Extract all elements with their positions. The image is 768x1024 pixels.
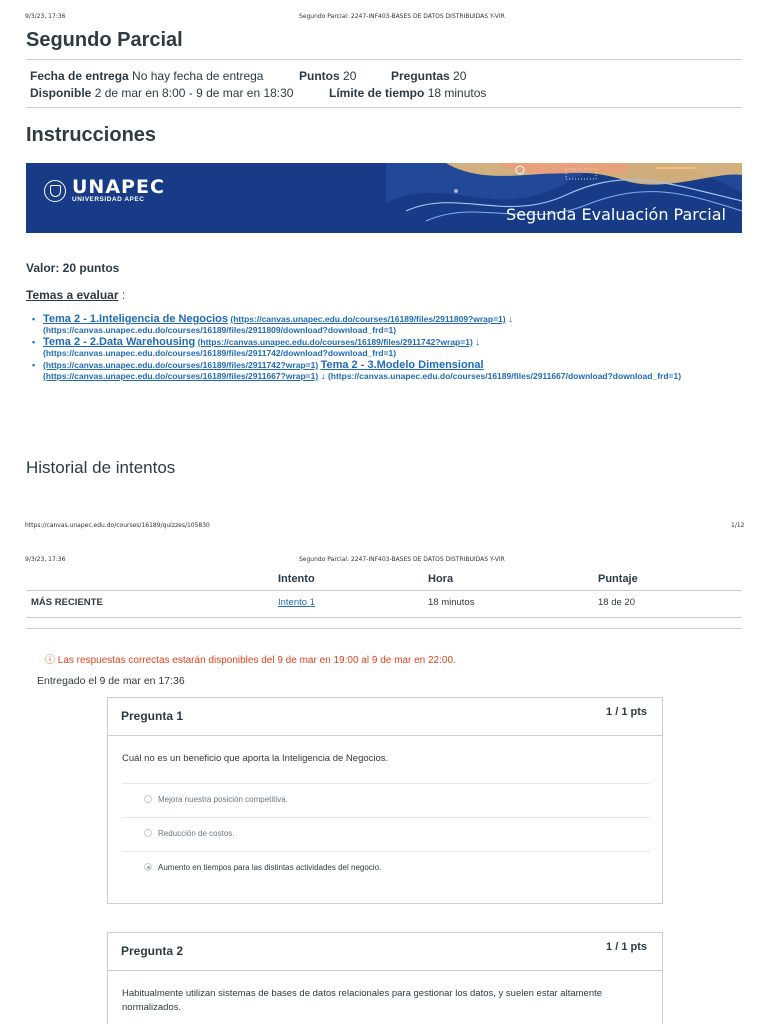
radio-button-selected[interactable] — [144, 863, 152, 871]
question-points: 1 / 1 pts — [606, 941, 647, 953]
print-url: https://canvas.unapec.edu.do/courses/161… — [25, 522, 210, 529]
column-header: Intento — [278, 571, 428, 591]
topic-url-link[interactable]: (https://canvas.unapec.edu.do/courses/16… — [198, 337, 473, 347]
question-card: Pregunta 1 1 / 1 pts Cuál no es un benef… — [107, 697, 663, 904]
warning-icon: ⓘ — [45, 655, 55, 666]
print-doc-title: Segundo Parcial: 2247-INF403-BASES DE DA… — [299, 13, 505, 20]
time-limit-label: Límite de tiempo — [329, 86, 425, 100]
attempt-score: 18 de 20 — [598, 590, 742, 618]
download-link[interactable]: (https://canvas.unapec.edu.do/courses/16… — [43, 348, 396, 358]
divider — [26, 59, 742, 60]
page-title: Segundo Parcial — [26, 29, 183, 51]
topic-link[interactable]: Tema 2 - 2.Data Warehousing — [43, 336, 195, 348]
topics-label: Temas a evaluar — [26, 288, 119, 302]
question-header: Pregunta 1 1 / 1 pts — [108, 698, 662, 736]
divider — [26, 107, 742, 108]
logo-text: UNAPEC — [72, 176, 165, 198]
list-item: Tema 2 - 2.Data Warehousing (https://can… — [32, 337, 732, 359]
column-header: Puntaje — [598, 571, 742, 591]
topic-link[interactable]: Tema 2 - 3.Modelo Dimensional — [321, 359, 484, 371]
value-points: Valor: 20 puntos — [26, 261, 120, 275]
answer-label: Reducción de costos. — [158, 829, 235, 838]
attempt-label: MÁS RECIENTE — [26, 590, 278, 618]
questions-info: Preguntas 20 — [391, 69, 466, 83]
questions-value: 20 — [453, 69, 467, 83]
notice-text: Las respuestas correctas estarán disponi… — [57, 655, 456, 666]
instructions-title: Instrucciones — [26, 124, 157, 146]
print-date: 9/3/23, 17:36 — [25, 556, 66, 563]
column-header — [26, 571, 278, 591]
due-label: Fecha de entrega — [30, 69, 129, 83]
radio-button[interactable] — [144, 795, 152, 803]
question-title: Pregunta 1 — [121, 709, 184, 723]
download-icon[interactable]: ↓ — [475, 337, 480, 348]
points-info: Puntos 20 — [299, 69, 356, 83]
available-label: Disponible — [30, 86, 92, 100]
time-limit-value: 18 minutos — [427, 86, 487, 100]
available-info: Disponible 2 de mar en 8:00 - 9 de mar e… — [30, 86, 293, 100]
radio-button[interactable] — [144, 829, 152, 837]
points-value: 20 — [343, 69, 357, 83]
unapec-banner: UNAPEC UNIVERSIDAD APEC Segunda Evaluaci… — [26, 163, 742, 233]
answer-option-selected[interactable]: Aumento en tiempos para las distintas ac… — [122, 851, 650, 885]
print-doc-title: Segundo Parcial: 2247-INF403-BASES DE DA… — [299, 556, 505, 563]
answer-list: Mejora nuestra posición competitiva. Red… — [122, 783, 650, 885]
topics-list: Tema 2 - 1.Inteligencia de Negocios (htt… — [32, 314, 732, 383]
topic-url-link[interactable]: (https://canvas.unapec.edu.do/courses/16… — [230, 314, 505, 324]
history-title: Historial de intentos — [26, 458, 176, 477]
download-link[interactable]: (https://canvas.unapec.edu.do/courses/16… — [43, 325, 396, 335]
time-limit-info: Límite de tiempo 18 minutos — [329, 86, 486, 100]
answer-option[interactable]: Reducción de costos. — [122, 817, 650, 851]
divider — [26, 628, 742, 629]
unapec-logo: UNAPEC UNIVERSIDAD APEC — [44, 178, 165, 204]
attempts-table: Intento Hora Puntaje MÁS RECIENTE Intent… — [26, 571, 742, 618]
answer-label: Aumento en tiempos para las distintas ac… — [158, 863, 382, 872]
question-text: Cuál no es un beneficio que aporta la In… — [122, 753, 389, 764]
submitted-info: Entregado el 9 de mar en 17:36 — [37, 675, 185, 687]
topics-heading: Temas a evaluar : — [26, 288, 125, 302]
table-row: MÁS RECIENTE Intento 1 18 minutos 18 de … — [26, 590, 742, 618]
question-title: Pregunta 2 — [121, 944, 184, 958]
print-page-number: 1/12 — [731, 522, 745, 529]
questions-label: Preguntas — [391, 69, 450, 83]
question-header: Pregunta 2 1 / 1 pts — [108, 933, 662, 971]
banner-title: Segunda Evaluación Parcial — [506, 205, 726, 224]
available-value: 2 de mar en 8:00 - 9 de mar en 18:30 — [94, 86, 294, 100]
topic-url-link[interactable]: (https://canvas.unapec.edu.do/courses/16… — [43, 371, 318, 381]
attempt-time: 18 minutos — [428, 590, 598, 618]
table-header-row: Intento Hora Puntaje — [26, 571, 742, 591]
answer-label: Mejora nuestra posición competitiva. — [158, 795, 288, 804]
list-item: (https://canvas.unapec.edu.do/courses/16… — [32, 359, 732, 383]
due-date: Fecha de entrega No hay fecha de entrega — [30, 69, 263, 83]
question-card: Pregunta 2 1 / 1 pts Habitualmente utili… — [107, 932, 663, 1024]
topic-link[interactable]: Tema 2 - 1.Inteligencia de Negocios — [43, 313, 228, 325]
download-link[interactable]: (https://canvas.unapec.edu.do/courses/16… — [328, 371, 681, 381]
column-header: Hora — [428, 571, 598, 591]
answers-notice: ⓘ Las respuestas correctas estarán dispo… — [45, 651, 456, 666]
answer-option[interactable]: Mejora nuestra posición competitiva. — [122, 783, 650, 817]
question-points: 1 / 1 pts — [606, 706, 647, 718]
points-label: Puntos — [299, 69, 340, 83]
download-icon[interactable]: ↓ — [508, 314, 513, 325]
question-text: Habitualmente utilizan sistemas de bases… — [122, 988, 603, 1013]
crest-icon — [44, 180, 66, 202]
list-item: Tema 2 - 1.Inteligencia de Negocios (htt… — [32, 314, 732, 336]
attempt-link[interactable]: Intento 1 — [278, 597, 315, 608]
topic-url-link[interactable]: (https://canvas.unapec.edu.do/courses/16… — [43, 360, 318, 370]
due-value: No hay fecha de entrega — [132, 69, 264, 83]
topics-suffix: : — [118, 288, 126, 302]
print-date: 9/3/23, 17:36 — [25, 13, 66, 20]
download-icon[interactable]: ↓ — [321, 371, 326, 382]
